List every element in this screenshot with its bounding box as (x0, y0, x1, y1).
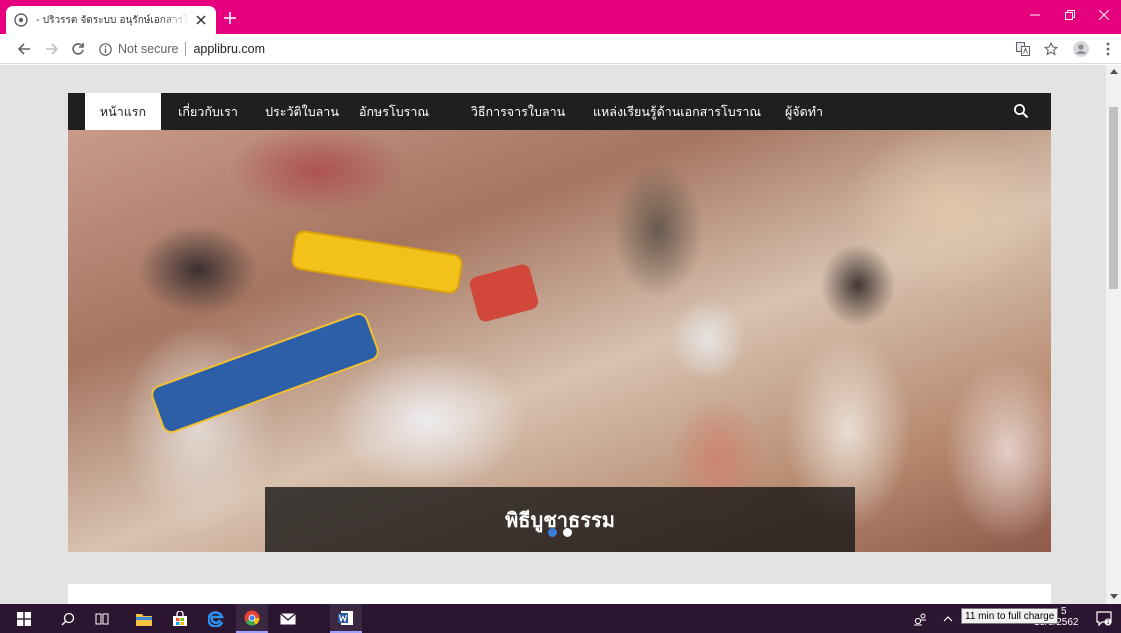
restore-button[interactable] (1053, 0, 1087, 30)
new-tab-button[interactable] (222, 10, 238, 26)
file-explorer-icon[interactable] (128, 604, 160, 633)
address-bar[interactable]: Not secure applibru.com (98, 38, 998, 60)
hero-photo-blue-manuscript (148, 310, 382, 436)
search-taskbar-icon[interactable] (52, 604, 84, 633)
security-label: Not secure (118, 42, 179, 56)
nav-item-inscription-method[interactable]: วิธีการจารใบลาน (468, 93, 568, 130)
people-icon[interactable] (908, 604, 932, 633)
hero-photo-yellow-manuscript (289, 228, 465, 296)
hero-photo-red-manuscript (468, 262, 540, 324)
svg-text:1: 1 (1106, 619, 1110, 626)
url-text[interactable]: applibru.com (193, 42, 265, 56)
notification-center-icon[interactable]: 1 (1088, 604, 1120, 633)
close-tab-icon[interactable] (194, 13, 208, 27)
hero-slider[interactable]: พิธีบูชาธรรม (68, 130, 1051, 552)
page-scrollbar[interactable] (1106, 65, 1121, 604)
windows-taskbar: 1 (0, 604, 1121, 633)
nav-item-ancient-script[interactable]: อักษรโบราณ (352, 93, 436, 130)
profile-avatar-icon[interactable] (1073, 41, 1089, 57)
edge-browser-icon[interactable] (200, 604, 232, 633)
hero-caption: พิธีบูชาธรรม (265, 487, 855, 552)
menu-kebab-icon[interactable] (1100, 41, 1116, 57)
scroll-down-arrow[interactable] (1110, 594, 1118, 599)
mail-icon[interactable] (272, 604, 304, 633)
forward-button[interactable] (44, 41, 60, 57)
battery-tooltip: 11 min to full charge (961, 608, 1059, 624)
chrome-icon[interactable] (236, 604, 268, 633)
site-nav: หน้าแรก เกี่ยวกับเรา ประวัติใบลาน อักษรโ… (68, 93, 1051, 130)
browser-tab[interactable]: - ปริวรรต จัดระบบ อนุรักษ์เอกสารใบลาน (6, 6, 216, 34)
nav-item-learning-resources[interactable]: แหล่งเรียนรู้ด้านเอกสารโบราณ (593, 93, 761, 130)
slider-dots (548, 528, 572, 537)
tray-chevron-up-icon[interactable] (938, 604, 958, 633)
nav-item-creators[interactable]: ผู้จัดทำ (780, 93, 828, 130)
nav-item-about[interactable]: เกี่ยวกับเรา (168, 93, 248, 130)
scroll-up-arrow[interactable] (1110, 69, 1118, 74)
translate-icon[interactable] (1015, 41, 1031, 57)
browser-titlebar: - ปริวรรต จัดระบบ อนุรักษ์เอกสารใบลาน (0, 0, 1121, 34)
bookmark-star-icon[interactable] (1043, 41, 1059, 57)
reload-button[interactable] (70, 41, 86, 57)
nav-item-home[interactable]: หน้าแรก (85, 93, 161, 130)
address-separator (185, 42, 187, 56)
windows-start-icon[interactable] (8, 604, 40, 633)
store-icon[interactable] (164, 604, 196, 633)
page-viewport: หน้าแรก เกี่ยวกับเรา ประวัติใบลาน อักษรโ… (0, 65, 1121, 604)
word-icon[interactable] (330, 604, 362, 633)
slider-dot-2[interactable] (563, 528, 572, 537)
tray-clock-time[interactable]: 5 (1061, 606, 1067, 617)
scroll-thumb[interactable] (1109, 107, 1118, 289)
nav-item-history[interactable]: ประวัติใบลาน (261, 93, 343, 130)
slider-dot-1[interactable] (548, 528, 557, 537)
search-icon[interactable] (1013, 103, 1029, 119)
browser-toolbar: Not secure applibru.com (0, 34, 1121, 64)
task-view-icon[interactable] (86, 604, 118, 633)
globe-icon (14, 13, 28, 27)
minimize-button[interactable] (1018, 0, 1052, 30)
close-window-button[interactable] (1087, 0, 1121, 30)
back-button[interactable] (16, 41, 32, 57)
tab-title: - ปริวรรต จัดระบบ อนุรักษ์เอกสารใบลาน (36, 14, 190, 26)
info-icon[interactable] (98, 42, 112, 56)
content-card (68, 584, 1051, 604)
